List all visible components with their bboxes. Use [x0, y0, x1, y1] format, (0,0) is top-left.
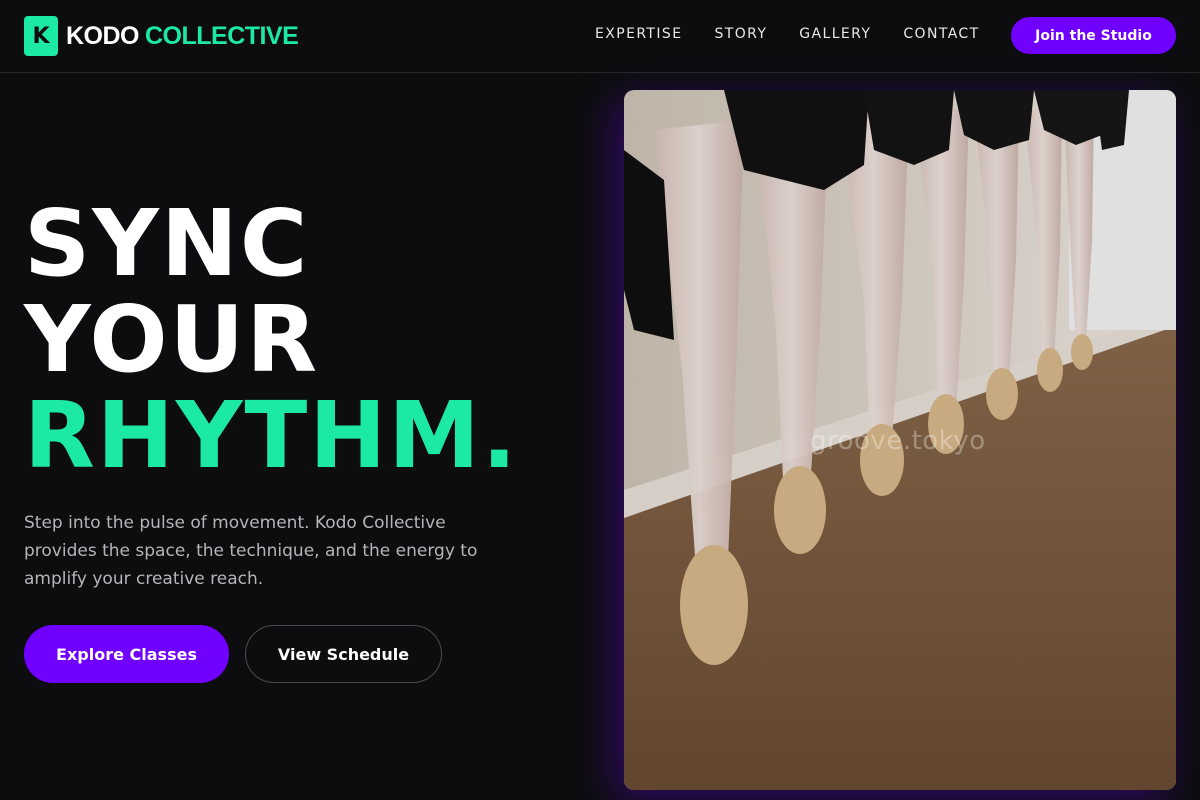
brand-name-part2: COLLECTIVE [145, 21, 299, 50]
headline-line-3: RHYTHM. [24, 382, 519, 489]
brand-name-part1: KODO [66, 21, 140, 50]
join-studio-button[interactable]: Join the Studio [1011, 17, 1176, 54]
view-schedule-button[interactable]: View Schedule [245, 625, 442, 683]
hero-photo: groove.tokyo [624, 90, 1176, 790]
brand-logo[interactable]: K KODO COLLECTIVE [24, 16, 299, 56]
headline-line-1: SYNC [24, 190, 310, 297]
logo-mark-letter: K [32, 23, 50, 49]
nav-link-gallery[interactable]: GALLERY [799, 25, 871, 43]
headline-line-2: YOUR [24, 286, 320, 393]
page: K KODO COLLECTIVE EXPERTISE STORY GALLERY… [0, 0, 1200, 800]
main-nav: EXPERTISE STORY GALLERY CONTACT [595, 25, 1012, 43]
explore-classes-button[interactable]: Explore Classes [24, 625, 229, 683]
brand-wordmark: KODO COLLECTIVE [66, 21, 299, 51]
nav-link-expertise[interactable]: EXPERTISE [595, 25, 682, 43]
site-header: K KODO COLLECTIVE EXPERTISE STORY GALLERY… [0, 0, 1200, 73]
nav-link-contact[interactable]: CONTACT [903, 25, 979, 43]
nav-link-story[interactable]: STORY [714, 25, 767, 43]
hero-description: Step into the pulse of movement. Kodo Co… [24, 513, 478, 589]
photo-watermark: groove.tokyo [810, 426, 986, 456]
hero-headline: SYNC YOUR RHYTHM. [24, 196, 519, 484]
logo-mark-icon: K [24, 16, 58, 56]
